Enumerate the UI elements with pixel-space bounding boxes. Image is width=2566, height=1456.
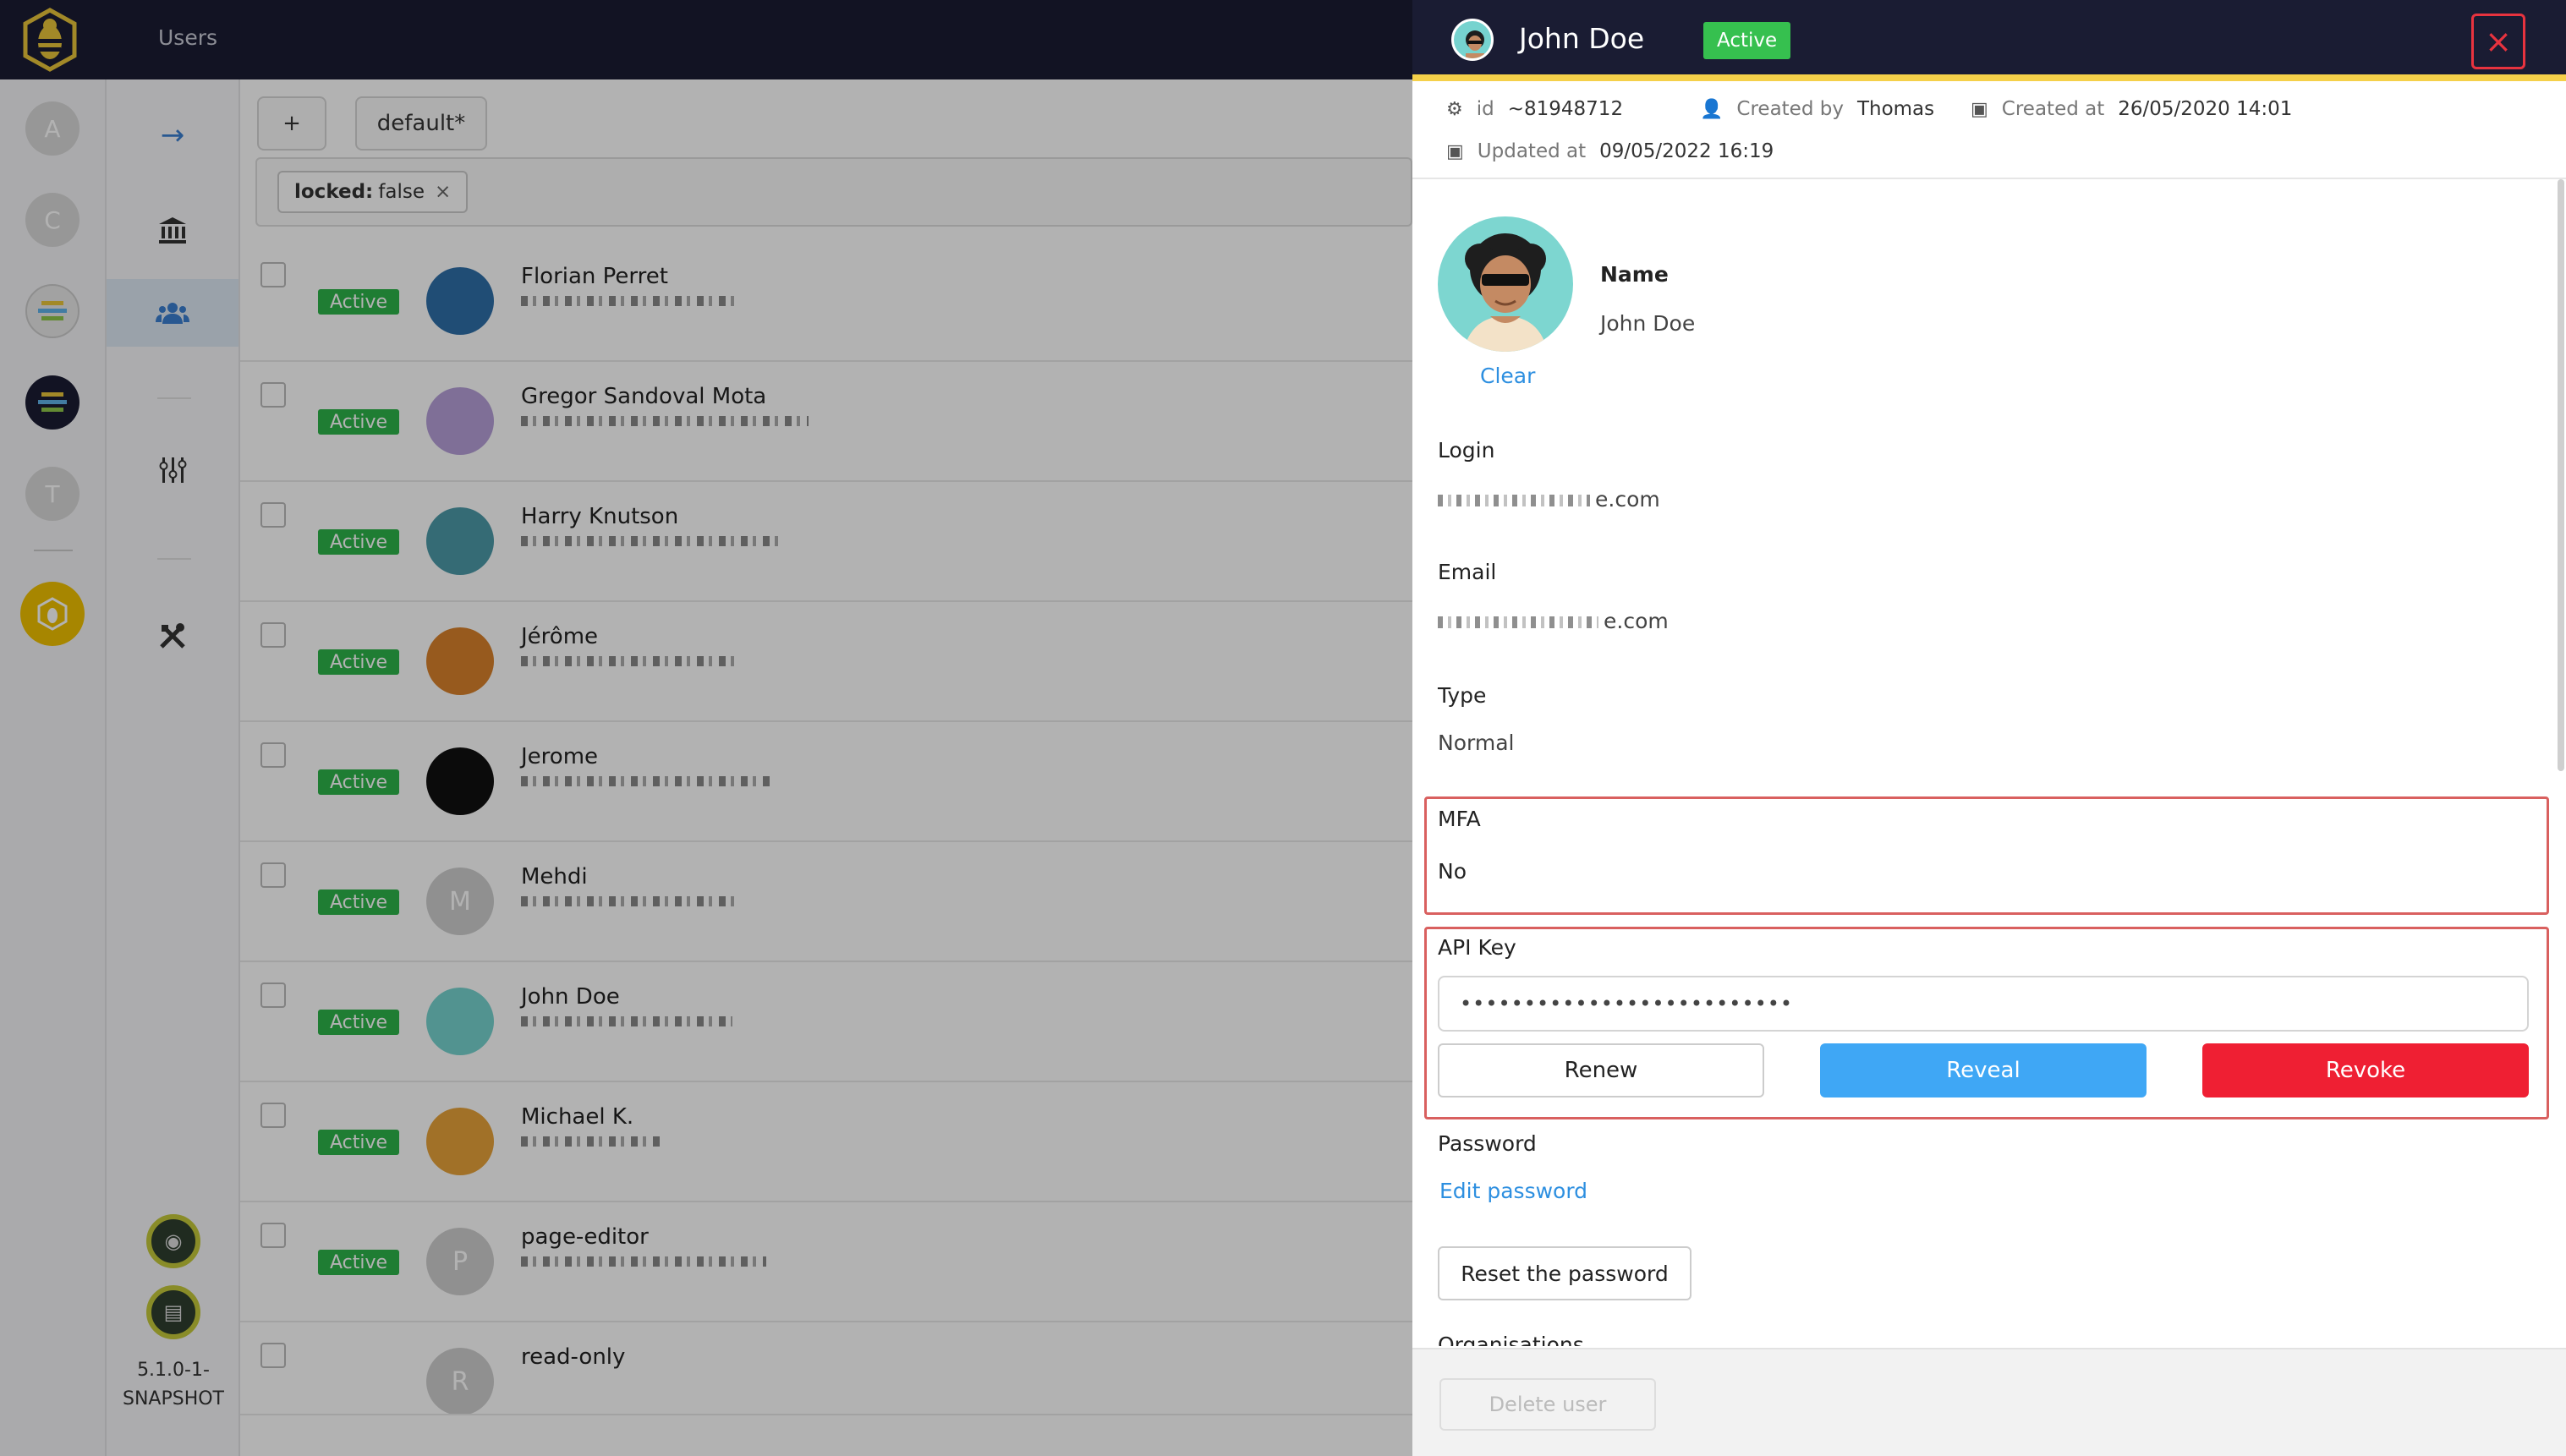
password-label: Password xyxy=(1438,1131,1537,1156)
email-suffix: e.com xyxy=(1604,609,1669,633)
meta-value: Thomas xyxy=(1856,98,1935,120)
revoke-api-key-button[interactable]: Revoke xyxy=(2202,1043,2529,1097)
modal-backdrop[interactable] xyxy=(0,0,1412,1456)
login-label: Login xyxy=(1438,438,1495,463)
mfa-value: No xyxy=(1438,859,1467,884)
mfa-highlight xyxy=(1424,796,2549,915)
redacted-text xyxy=(1438,616,1598,628)
clear-avatar-link[interactable]: Clear xyxy=(1480,364,1535,388)
meta-id: ⚙ id ~81948712 xyxy=(1446,98,1623,120)
renew-api-key-button[interactable]: Renew xyxy=(1438,1043,1764,1097)
reveal-api-key-button[interactable]: Reveal xyxy=(1820,1043,2147,1097)
record-metadata: ⚙ id ~81948712 👤 Created by Thomas ▣ Cre… xyxy=(1412,88,2566,179)
meta-value: 09/05/2022 16:19 xyxy=(1599,140,1774,162)
meta-label: Created by xyxy=(1736,98,1844,120)
drawer-scrollbar[interactable] xyxy=(2558,179,2564,771)
status-badge: Active xyxy=(1703,22,1791,59)
meta-created-at: ▣ Created at 26/05/2020 14:01 xyxy=(1971,98,2292,120)
user-details-drawer: John Doe Active × ⚙ id ~81948712 👤 Creat… xyxy=(1412,0,2566,1456)
organisations-label: Organisations xyxy=(1438,1333,1584,1346)
user-icon: 👤 xyxy=(1700,98,1724,120)
name-value: John Doe xyxy=(1600,311,1696,336)
meta-value: ~81948712 xyxy=(1507,98,1624,120)
meta-updated-at: ▣ Updated at 09/05/2022 16:19 xyxy=(1446,140,1774,162)
meta-label: Updated at xyxy=(1477,140,1587,162)
login-value: e.com xyxy=(1438,487,1660,512)
email-value: e.com xyxy=(1438,609,1669,633)
delete-user-button[interactable]: Delete user xyxy=(1439,1378,1656,1431)
meta-label: id xyxy=(1476,98,1494,120)
meta-created-by: 👤 Created by Thomas xyxy=(1700,98,1934,120)
api-key-input[interactable]: •••••••••••••••••••••••••• xyxy=(1438,976,2529,1032)
redacted-text xyxy=(1438,495,1590,506)
calendar-icon: ▣ xyxy=(1971,98,1988,120)
drawer-body[interactable]: Clear Name John Doe Login e.com Email e.… xyxy=(1412,179,2566,1346)
type-value: Normal xyxy=(1438,731,1515,755)
mfa-label: MFA xyxy=(1438,807,1481,831)
email-label: Email xyxy=(1438,560,1497,584)
meta-value: 26/05/2020 14:01 xyxy=(2118,98,2293,120)
drawer-title: John Doe xyxy=(1519,22,1645,55)
drawer-footer: Delete user xyxy=(1412,1348,2566,1456)
close-button[interactable]: × xyxy=(2471,14,2525,69)
reset-password-button[interactable]: Reset the password xyxy=(1438,1246,1691,1300)
avatar xyxy=(1451,19,1494,61)
login-suffix: e.com xyxy=(1595,487,1660,512)
calendar-icon: ▣ xyxy=(1446,140,1464,162)
meta-label: Created at xyxy=(2001,98,2105,120)
drawer-header: John Doe Active × xyxy=(1412,0,2566,81)
edit-password-link[interactable]: Edit password xyxy=(1439,1179,1587,1203)
api-key-label: API Key xyxy=(1438,935,1516,960)
gear-icon: ⚙ xyxy=(1446,98,1463,120)
profile-avatar[interactable] xyxy=(1438,216,1573,352)
type-label: Type xyxy=(1438,683,1487,708)
name-label: Name xyxy=(1600,262,1669,287)
